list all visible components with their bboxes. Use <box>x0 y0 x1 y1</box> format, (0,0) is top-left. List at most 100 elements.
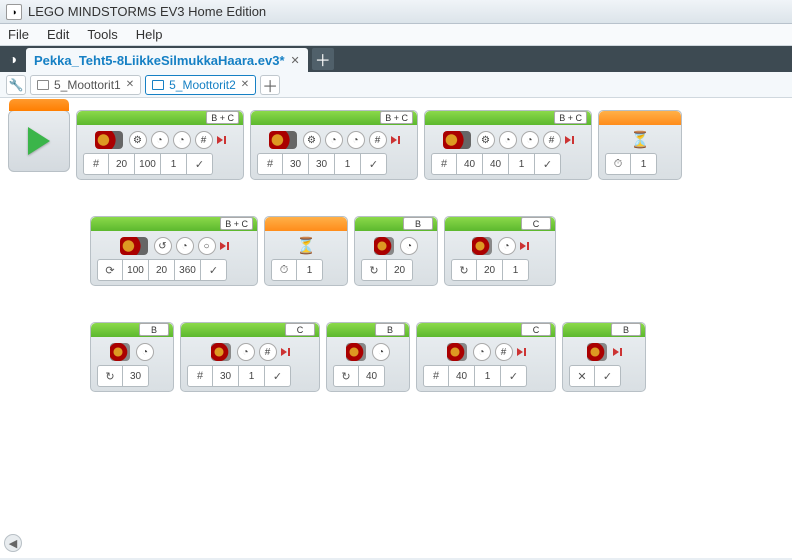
motor-icon <box>443 131 471 149</box>
block-param[interactable]: 30 <box>123 365 149 387</box>
block-param[interactable]: 20 <box>387 259 413 281</box>
motor-block[interactable]: B ✕✓ <box>562 322 646 392</box>
circle-icon: ○ <box>198 237 216 255</box>
tank-block[interactable]: B + C⚙◔◔##201001✓ <box>76 110 244 180</box>
block-param[interactable]: ✓ <box>187 153 213 175</box>
block-param[interactable]: # <box>431 153 457 175</box>
block-param[interactable]: 1 <box>475 365 501 387</box>
block-param[interactable]: 20 <box>477 259 503 281</box>
block-param[interactable]: 30 <box>309 153 335 175</box>
motor-block[interactable]: C◔↻201 <box>444 216 556 286</box>
block-params: ⟳10020360✓ <box>97 259 251 281</box>
motor-block[interactable]: B ◔ ↻30 <box>90 322 174 392</box>
port-label[interactable]: B + C <box>206 111 239 124</box>
port-label[interactable]: B <box>375 323 405 336</box>
block-param[interactable]: ⟳ <box>97 259 123 281</box>
block-param[interactable]: ↻ <box>451 259 477 281</box>
hash-icon: # <box>195 131 213 149</box>
block-param[interactable]: ✕ <box>569 365 595 387</box>
menu-edit[interactable]: Edit <box>47 27 69 42</box>
menu-file[interactable]: File <box>8 27 29 42</box>
program-tab-close-icon[interactable]: ✕ <box>241 79 249 90</box>
block-param[interactable]: ✓ <box>595 365 621 387</box>
block-params: #201001✓ <box>83 153 237 175</box>
steer-block[interactable]: B + C↺◔○⟳10020360✓ <box>90 216 258 286</box>
program-tab-close-icon[interactable]: ✕ <box>126 79 134 90</box>
block-param[interactable]: ↻ <box>361 259 387 281</box>
block-icon-row: ◔ <box>97 343 167 361</box>
program-add-button[interactable]: ＋ <box>260 75 280 95</box>
motor-block[interactable]: B◔↻20 <box>354 216 438 286</box>
motor-icon <box>346 343 366 361</box>
wrench-icon[interactable]: 🔧 <box>6 75 26 95</box>
project-home-icon[interactable]: ◑ <box>0 46 26 72</box>
block-param[interactable]: 1 <box>239 365 265 387</box>
block-param[interactable]: 20 <box>149 259 175 281</box>
project-tab-name: Pekka_Teht5-8LiikkeSilmukkaHaara.ev3* <box>34 53 285 68</box>
block-param[interactable]: 40 <box>359 365 385 387</box>
program-tab[interactable]: 5_Moottorit2✕ <box>145 75 256 95</box>
block-param[interactable]: 1 <box>503 259 529 281</box>
menu-tools[interactable]: Tools <box>87 27 117 42</box>
motor-block[interactable]: C◔##401✓ <box>416 322 556 392</box>
port-label[interactable]: B + C <box>380 111 413 124</box>
port-label[interactable]: B <box>403 217 433 230</box>
wait-block[interactable]: ⏳ ⏱1 <box>598 110 682 180</box>
tank-block[interactable]: B + C⚙◔◔##40401✓ <box>424 110 592 180</box>
block-param[interactable]: ✓ <box>201 259 227 281</box>
block-param[interactable]: 1 <box>297 259 323 281</box>
start-block[interactable] <box>8 110 70 172</box>
menu-help[interactable]: Help <box>136 27 163 42</box>
project-add-button[interactable]: ＋ <box>312 48 334 70</box>
port-label[interactable]: B <box>139 323 169 336</box>
block-param[interactable]: ↻ <box>97 365 123 387</box>
block-param[interactable]: 40 <box>449 365 475 387</box>
block-param[interactable]: 20 <box>109 153 135 175</box>
block-param[interactable]: # <box>257 153 283 175</box>
tank-block[interactable]: B + C⚙◔◔##30301✓ <box>250 110 418 180</box>
block-param[interactable]: 1 <box>161 153 187 175</box>
motor-block[interactable]: B◔↻40 <box>326 322 410 392</box>
block-param[interactable]: ⏱ <box>605 153 631 175</box>
block-param[interactable]: # <box>83 153 109 175</box>
port-label[interactable]: B <box>611 323 641 336</box>
project-tab[interactable]: Pekka_Teht5-8LiikkeSilmukkaHaara.ev3* ✕ <box>26 48 308 72</box>
motor-block[interactable]: C◔##301✓ <box>180 322 320 392</box>
block-body: ↺◔○⟳10020360✓ <box>91 231 257 285</box>
port-label[interactable]: C <box>285 323 315 336</box>
block-param[interactable]: 100 <box>123 259 149 281</box>
block-param[interactable]: 40 <box>483 153 509 175</box>
block-param[interactable]: # <box>423 365 449 387</box>
program-tab[interactable]: 5_Moottorit1✕ <box>30 75 141 95</box>
block-param[interactable]: ⏱ <box>271 259 297 281</box>
play-stop-icon <box>517 348 526 356</box>
block-body: ⏳ ⏱1 <box>599 125 681 179</box>
scroll-back-button[interactable]: ◀ <box>4 534 22 552</box>
wait-block[interactable]: ⏳⏱1 <box>264 216 348 286</box>
block-param[interactable]: 1 <box>509 153 535 175</box>
port-label[interactable]: C <box>521 323 551 336</box>
port-label[interactable]: B + C <box>554 111 587 124</box>
block-param[interactable]: 360 <box>175 259 201 281</box>
block-icon-row <box>569 343 639 361</box>
block-param[interactable]: ↻ <box>333 365 359 387</box>
block-param[interactable]: ✓ <box>265 365 291 387</box>
block-param[interactable]: 100 <box>135 153 161 175</box>
port-label[interactable]: B + C <box>220 217 253 230</box>
block-param[interactable]: 30 <box>213 365 239 387</box>
program-canvas[interactable]: B + C⚙◔◔##201001✓B + C⚙◔◔##30301✓B + C⚙◔… <box>0 98 792 558</box>
block-param[interactable]: # <box>187 365 213 387</box>
block-param[interactable]: 1 <box>631 153 657 175</box>
block-param[interactable]: 40 <box>457 153 483 175</box>
block-param[interactable]: ✓ <box>361 153 387 175</box>
motor-icon <box>110 343 130 361</box>
block-header: B <box>327 323 409 337</box>
block-param[interactable]: ✓ <box>535 153 561 175</box>
dial-icon: ◔ <box>347 131 365 149</box>
port-label[interactable]: C <box>521 217 551 230</box>
block-icon-row: ⏳ <box>605 131 675 149</box>
block-param[interactable]: 1 <box>335 153 361 175</box>
block-param[interactable]: ✓ <box>501 365 527 387</box>
project-tab-close-icon[interactable]: ✕ <box>291 54 300 67</box>
block-param[interactable]: 30 <box>283 153 309 175</box>
